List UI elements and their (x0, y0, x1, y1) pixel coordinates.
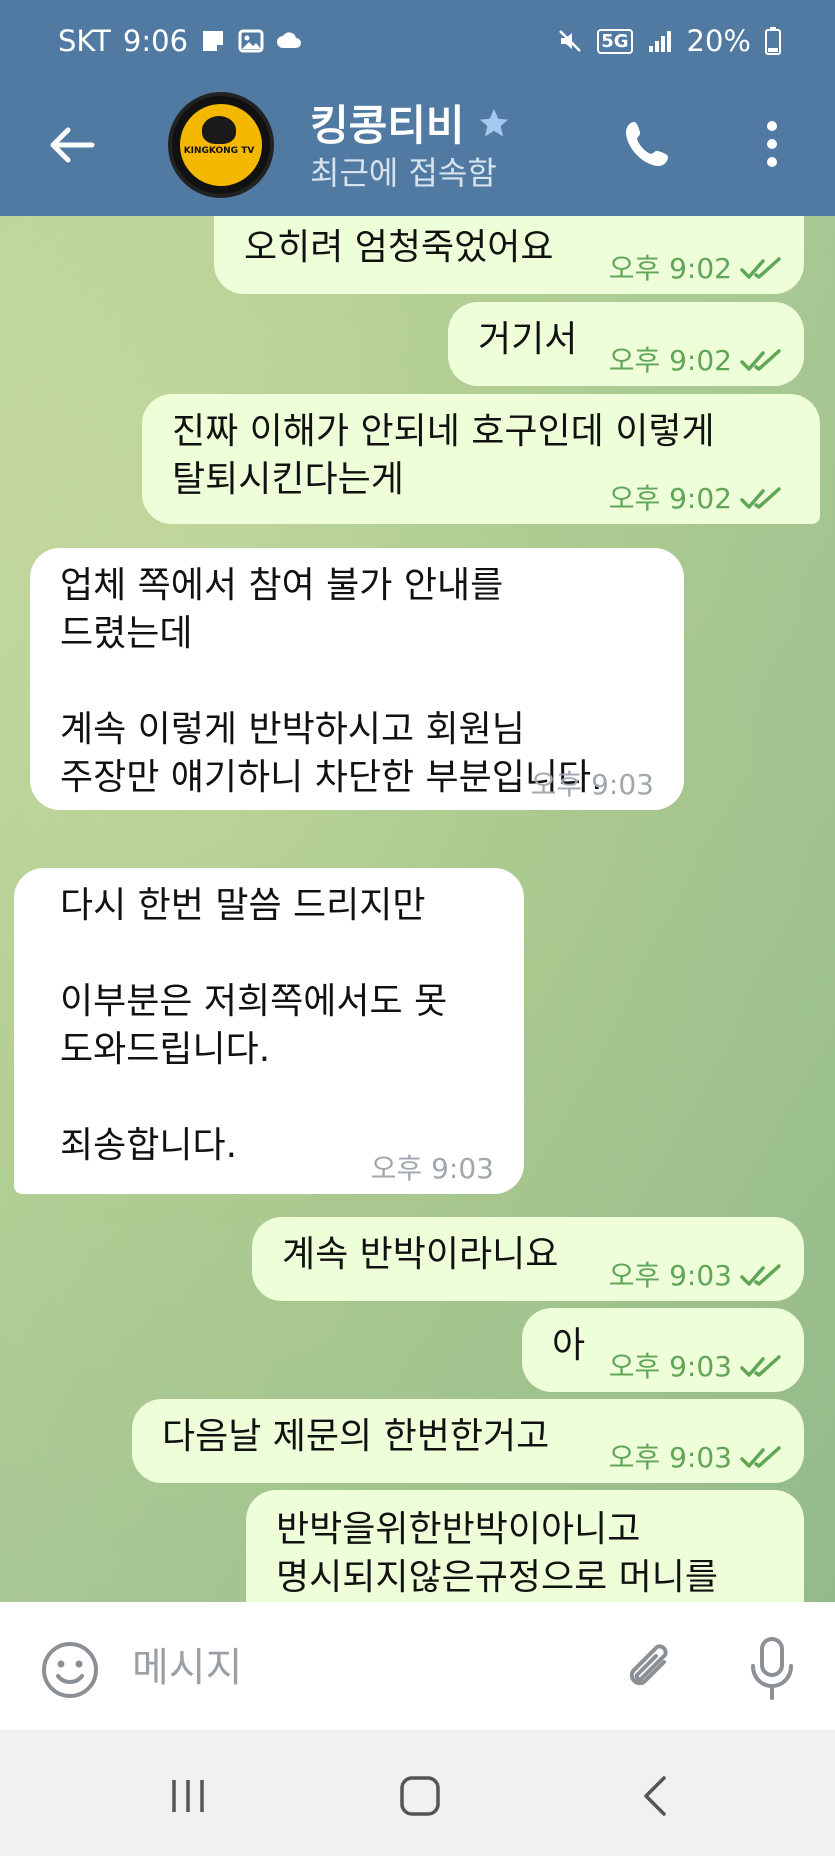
phone-icon[interactable] (622, 116, 674, 172)
message-time: 오후 9:02 (608, 482, 732, 515)
message-bubble-outgoing[interactable]: 오히려 엄청죽었어요 오후 9:02 (214, 216, 804, 294)
last-seen-status: 최근에 접속함 (310, 154, 497, 192)
message-meta: 오후 9:02 (609, 346, 784, 376)
double-check-icon (740, 487, 781, 509)
note-notification-icon (203, 31, 224, 51)
message-bubble-outgoing[interactable]: 진짜 이해가 안되네 호구인데 이렇게 탈퇴시킨다는게 오후 9:02 (142, 394, 820, 524)
system-navigation-bar (0, 1730, 835, 1856)
message-time: 오후 9:03 (608, 1441, 732, 1474)
chat-header: KINGKONG TV 킹콩티비 최근에 접속함 (0, 86, 835, 216)
mute-icon (559, 30, 582, 52)
message-meta: 오후 9:03 (609, 1443, 784, 1473)
home-icon[interactable] (398, 1774, 442, 1818)
message-time: 오후 9:03 (370, 1152, 494, 1185)
cloud-notification-icon (277, 32, 302, 48)
gallery-notification-icon (238, 29, 264, 53)
network-type: 5G (597, 28, 633, 54)
message-meta: 오후 9:02 (609, 254, 784, 284)
status-bar: SKT 9:06 5G 20% (0, 0, 835, 86)
carrier-label: SKT (58, 24, 111, 58)
microphone-icon[interactable] (748, 1636, 796, 1702)
double-check-icon (740, 1264, 781, 1286)
clock: 9:06 (122, 24, 189, 58)
message-time: 오후 9:03 (608, 1259, 732, 1292)
message-time: 오후 9:03 (608, 1350, 732, 1383)
nav-back-icon[interactable] (640, 1774, 670, 1818)
message-bubble-outgoing[interactable]: 계속 반박이라니요 오후 9:03 (252, 1217, 804, 1301)
avatar-logo-text: KINGKONG TV (183, 146, 255, 156)
recent-apps-icon[interactable] (168, 1776, 208, 1816)
message-time: 오후 9:03 (530, 768, 654, 801)
message-bubble-outgoing[interactable]: 다음날 제문의 한번한거고 오후 9:03 (132, 1399, 804, 1483)
message-text: 반박을위한반박이아니고 명시되지않은규정으로 머니를 (276, 1509, 719, 1598)
double-check-icon (740, 257, 781, 279)
message-text: 업체 쪽에서 참여 불가 안내를 드렸는데 계속 이렇게 반박하시고 회원님 주… (60, 565, 603, 798)
double-check-icon (740, 349, 781, 371)
message-meta: 오후 9:03 (531, 770, 654, 800)
message-input[interactable] (130, 1632, 594, 1704)
double-check-icon (740, 1355, 781, 1377)
message-bubble-outgoing[interactable]: 거기서 오후 9:02 (448, 302, 804, 386)
status-bar-left: SKT 9:06 (58, 24, 302, 58)
chat-title-row[interactable]: 킹콩티비 (310, 92, 511, 153)
back-arrow-icon[interactable] (44, 118, 98, 172)
message-bubble-incoming[interactable]: 업체 쪽에서 참여 불가 안내를 드렸는데 계속 이렇게 반박하시고 회원님 주… (30, 548, 684, 810)
avatar[interactable]: KINGKONG TV (168, 92, 274, 198)
message-time: 오후 9:02 (608, 252, 732, 285)
composer-bar (0, 1602, 835, 1730)
message-list[interactable]: 오히려 엄청죽었어요 오후 9:02 거기서 오후 9:02 진짜 이해가 안되… (0, 216, 835, 1602)
message-bubble-outgoing[interactable]: 반박을위한반박이아니고 명시되지않은규정으로 머니를 (246, 1490, 804, 1602)
status-bar-right: 5G 20% (557, 24, 781, 58)
message-meta: 오후 9:03 (371, 1154, 494, 1184)
paperclip-icon[interactable] (620, 1638, 680, 1700)
battery-level: 20% (686, 24, 751, 58)
smiley-icon[interactable] (40, 1640, 100, 1700)
message-meta: 오후 9:02 (609, 484, 784, 514)
star-icon (479, 108, 508, 136)
gorilla-logo-icon (202, 116, 236, 144)
message-time: 오후 9:02 (608, 344, 732, 377)
double-check-icon (740, 1446, 781, 1468)
message-bubble-outgoing[interactable]: 아 오후 9:03 (522, 1308, 804, 1392)
signal-icon (648, 31, 671, 52)
message-bubble-incoming[interactable]: 다시 한번 말씀 드리지만 이부분은 저희쪽에서도 못 도와드립니다. 죄송합니… (14, 868, 524, 1194)
message-meta: 오후 9:03 (609, 1261, 784, 1291)
message-text: 다시 한번 말씀 드리지만 이부분은 저희쪽에서도 못 도와드립니다. 죄송합니… (60, 885, 448, 1166)
chat-title: 킹콩티비 (310, 101, 465, 150)
battery-icon (765, 27, 781, 55)
more-vertical-icon[interactable] (758, 116, 786, 172)
message-meta: 오후 9:03 (609, 1352, 784, 1382)
